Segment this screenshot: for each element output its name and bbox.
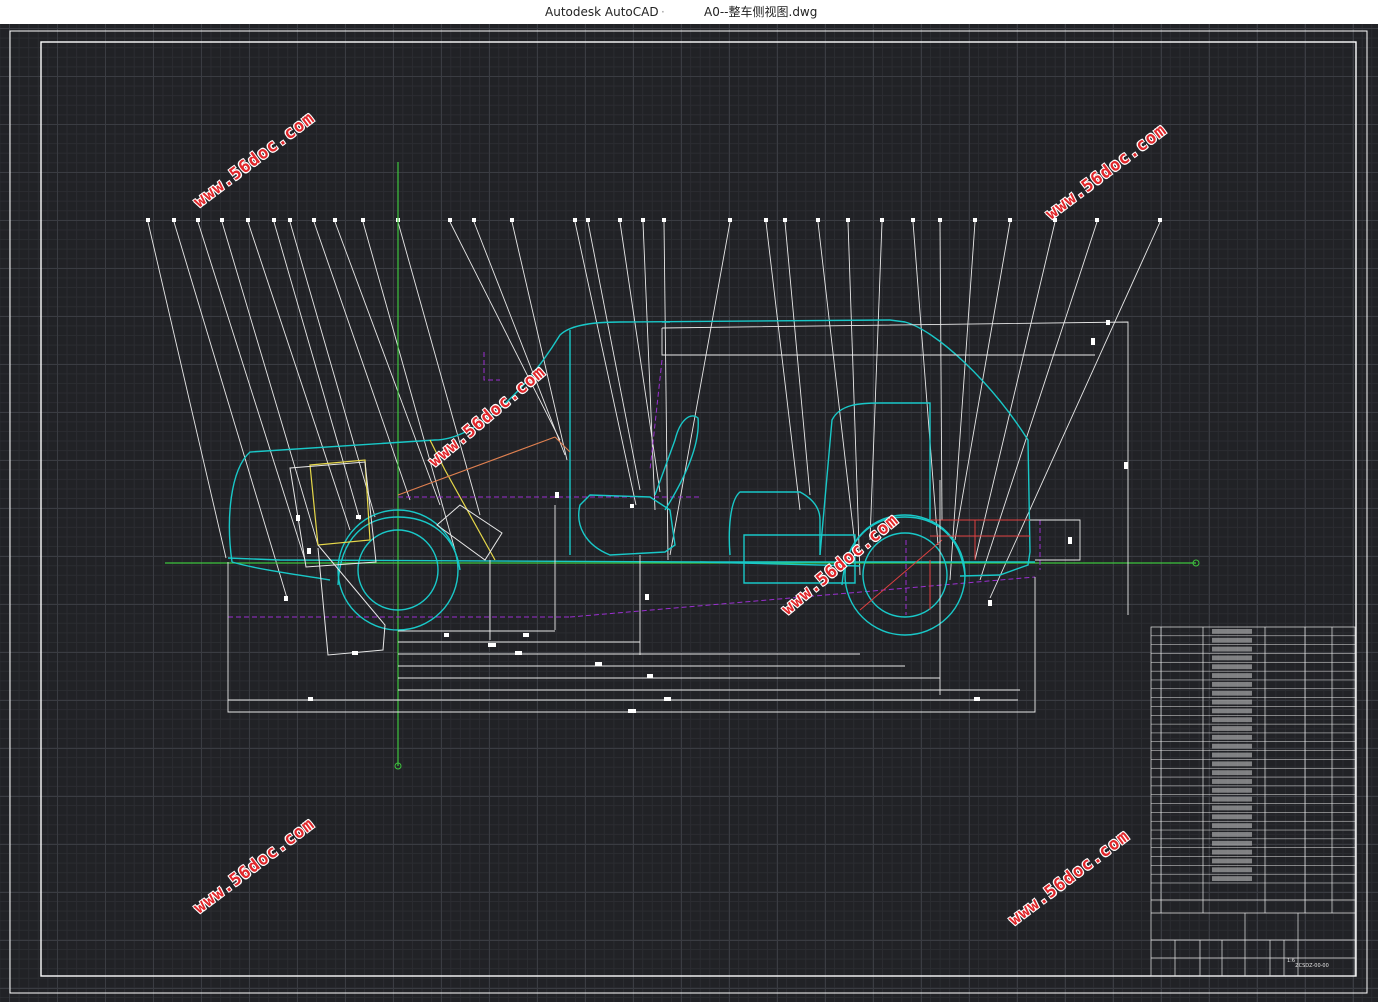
parts-row-text-mark	[1212, 690, 1252, 696]
outer-frame	[9, 30, 1368, 994]
parts-row-text-mark	[1212, 805, 1252, 811]
steering-link	[397, 436, 571, 496]
engine-block	[309, 439, 496, 561]
parts-row-text-mark	[1212, 673, 1252, 678]
parts-row-text-mark	[1212, 814, 1252, 820]
title-separator: ·	[661, 5, 665, 19]
parts-row-text-mark	[1212, 629, 1252, 634]
parts-row-text-mark	[1212, 681, 1252, 687]
drawing-scale: 1:6	[1287, 958, 1295, 964]
parts-row-text-mark	[1212, 832, 1252, 837]
leader-tags	[146, 218, 1162, 222]
parts-row-text-mark	[1212, 876, 1252, 881]
radiator-frame	[289, 461, 503, 656]
parts-row-text-mark	[1212, 752, 1252, 758]
drawing-number: ZCSDZ-00-00	[1295, 963, 1329, 969]
parts-row-text-mark	[1212, 664, 1252, 670]
parts-row-text-mark	[1212, 787, 1252, 793]
parts-row-text-mark	[1212, 779, 1252, 784]
parts-row-text-mark	[1212, 867, 1252, 873]
parts-row-text-mark	[1212, 770, 1252, 776]
title-block	[1150, 626, 1356, 977]
drawing-canvas[interactable]: ZCSDZ-00-00 1:6 www.56doc.com www.56doc.…	[0, 24, 1378, 1002]
parts-row-text-mark	[1212, 796, 1252, 802]
document-name: A0--整车侧视图.dwg	[704, 5, 818, 19]
title-bar: Autodesk AutoCAD · A0--整车侧视图.dwg	[0, 0, 1378, 24]
parts-row-text-mark	[1212, 717, 1252, 723]
parts-row-text-mark	[1212, 708, 1252, 714]
parts-row-text-mark	[1212, 743, 1252, 749]
parts-row-text-mark	[1212, 699, 1252, 705]
drawing-svg: ZCSDZ-00-00 1:6	[9, 30, 1368, 994]
parts-row-text-mark	[1212, 761, 1252, 767]
parts-row-text-mark	[1212, 840, 1252, 846]
parts-row-text-mark	[1212, 734, 1252, 740]
app-name: Autodesk AutoCAD	[545, 5, 659, 19]
leader-lines	[147, 221, 1161, 599]
dimension-lines	[227, 321, 1129, 713]
parts-list-rows	[1151, 629, 1355, 884]
parts-row-text-mark	[1212, 655, 1252, 661]
parts-row-text-mark	[1212, 637, 1252, 643]
parts-row-text-mark	[1212, 726, 1252, 731]
parts-row-text-mark	[1212, 823, 1252, 829]
parts-row-text-mark	[1212, 849, 1252, 855]
parts-row-text-mark	[1212, 858, 1252, 864]
parts-row-text-mark	[1212, 646, 1252, 652]
